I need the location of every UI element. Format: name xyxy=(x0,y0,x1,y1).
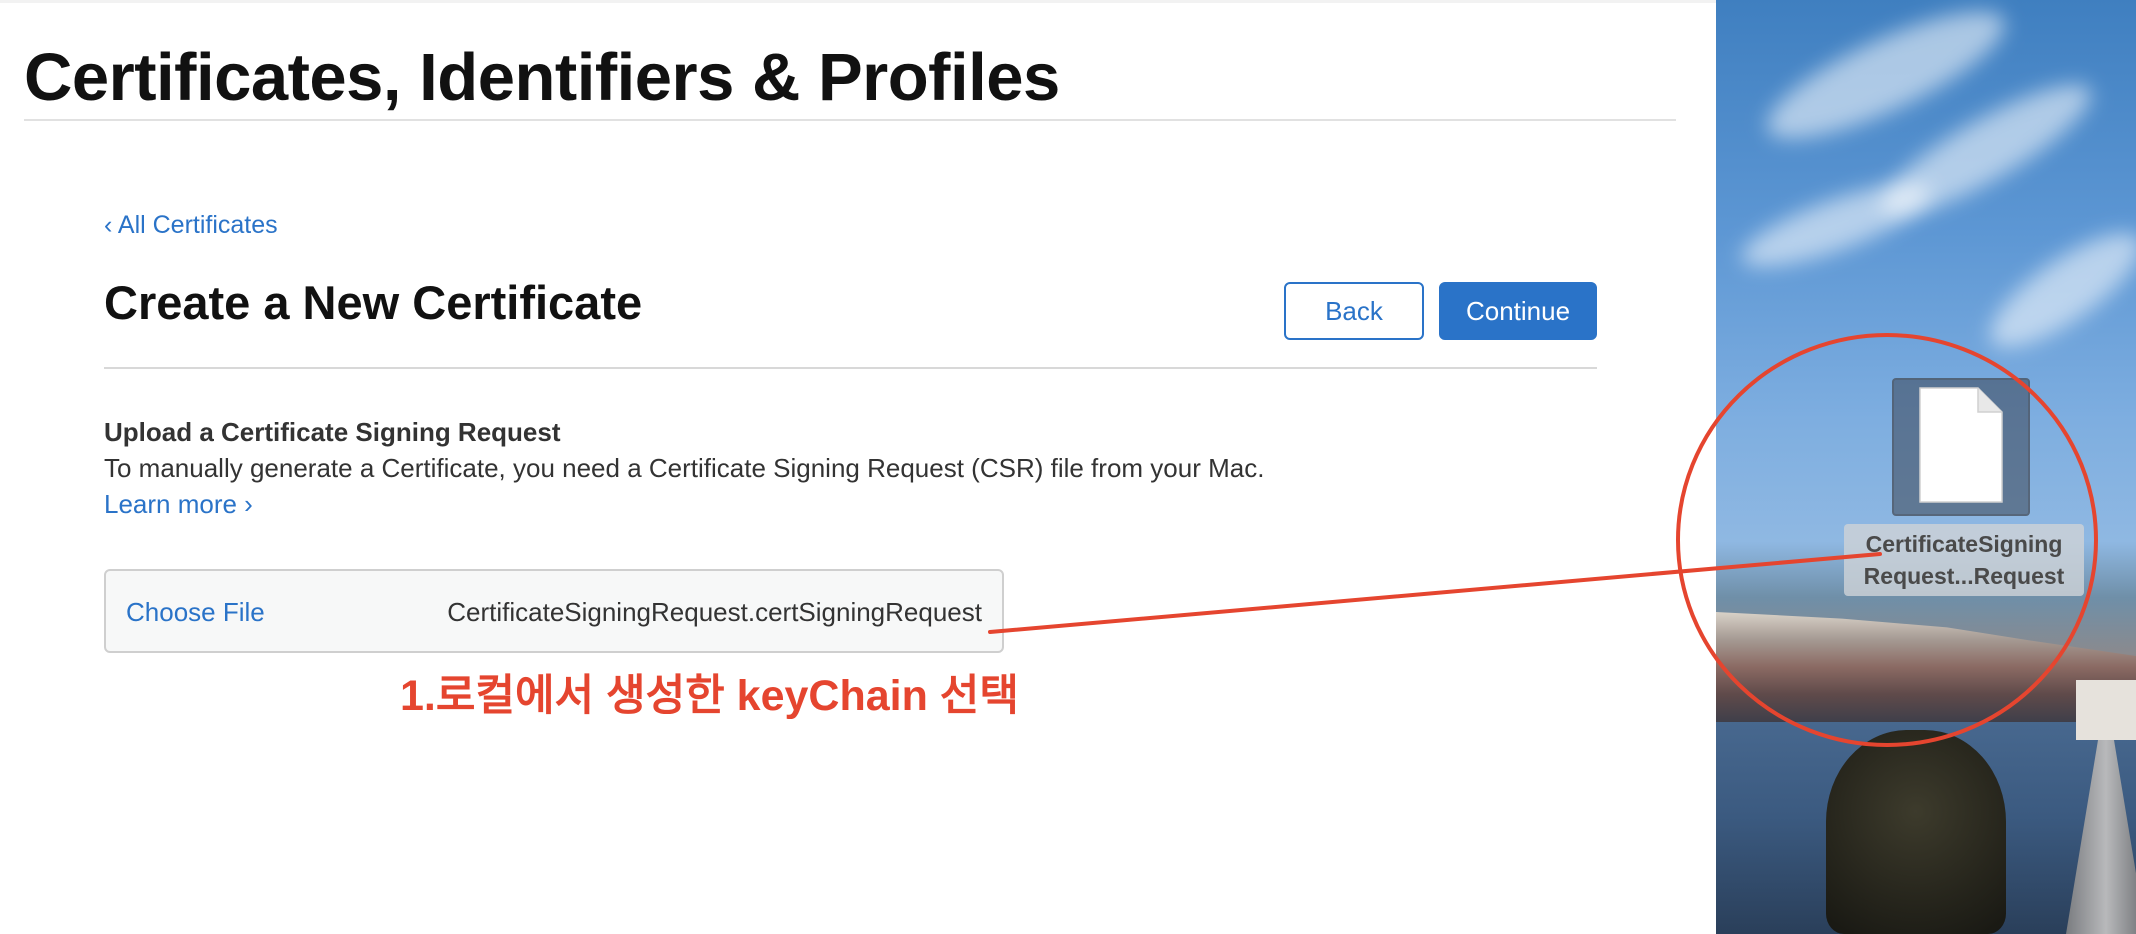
annotation-label: 1.로컬에서 생성한 keyChain 선택 xyxy=(400,672,1019,720)
desktop-file-label-line1: CertificateSigning xyxy=(1865,531,2063,557)
desktop-file[interactable] xyxy=(1892,378,2030,516)
desktop-file-label-line2: Request...Request xyxy=(1863,563,2065,589)
document-icon xyxy=(1919,387,2003,503)
desktop-wallpaper: CertificateSigning Request...Request xyxy=(1716,0,2136,934)
cloud-decoration xyxy=(1975,213,2136,367)
cloud-decoration xyxy=(1733,167,1939,283)
file-upload-field[interactable]: Choose File CertificateSigningRequest.ce… xyxy=(104,569,1004,653)
page-title: Certificates, Identifiers & Profiles xyxy=(24,40,1060,115)
choose-file-button[interactable]: Choose File xyxy=(126,597,265,628)
continue-button[interactable]: Continue xyxy=(1439,282,1597,340)
screen: Certificates, Identifiers & Profiles ‹ A… xyxy=(0,0,2136,934)
plant-decoration xyxy=(1826,730,2006,934)
section-title: Create a New Certificate xyxy=(104,276,643,329)
wall-decoration xyxy=(2076,680,2136,740)
upload-description: To manually generate a Certificate, you … xyxy=(104,453,1265,483)
cliff-decoration xyxy=(1716,612,2136,722)
title-divider xyxy=(24,119,1676,121)
all-certificates-link[interactable]: ‹ All Certificates xyxy=(104,211,278,240)
selected-file-name: CertificateSigningRequest.certSigningReq… xyxy=(447,597,982,627)
desktop-file-label[interactable]: CertificateSigning Request...Request xyxy=(1844,524,2084,596)
upload-heading: Upload a Certificate Signing Request xyxy=(104,417,561,447)
learn-more-link[interactable]: Learn more › xyxy=(104,489,253,520)
back-button[interactable]: Back xyxy=(1284,282,1424,340)
section-divider xyxy=(104,367,1597,369)
developer-portal-page: Certificates, Identifiers & Profiles ‹ A… xyxy=(0,0,1716,934)
